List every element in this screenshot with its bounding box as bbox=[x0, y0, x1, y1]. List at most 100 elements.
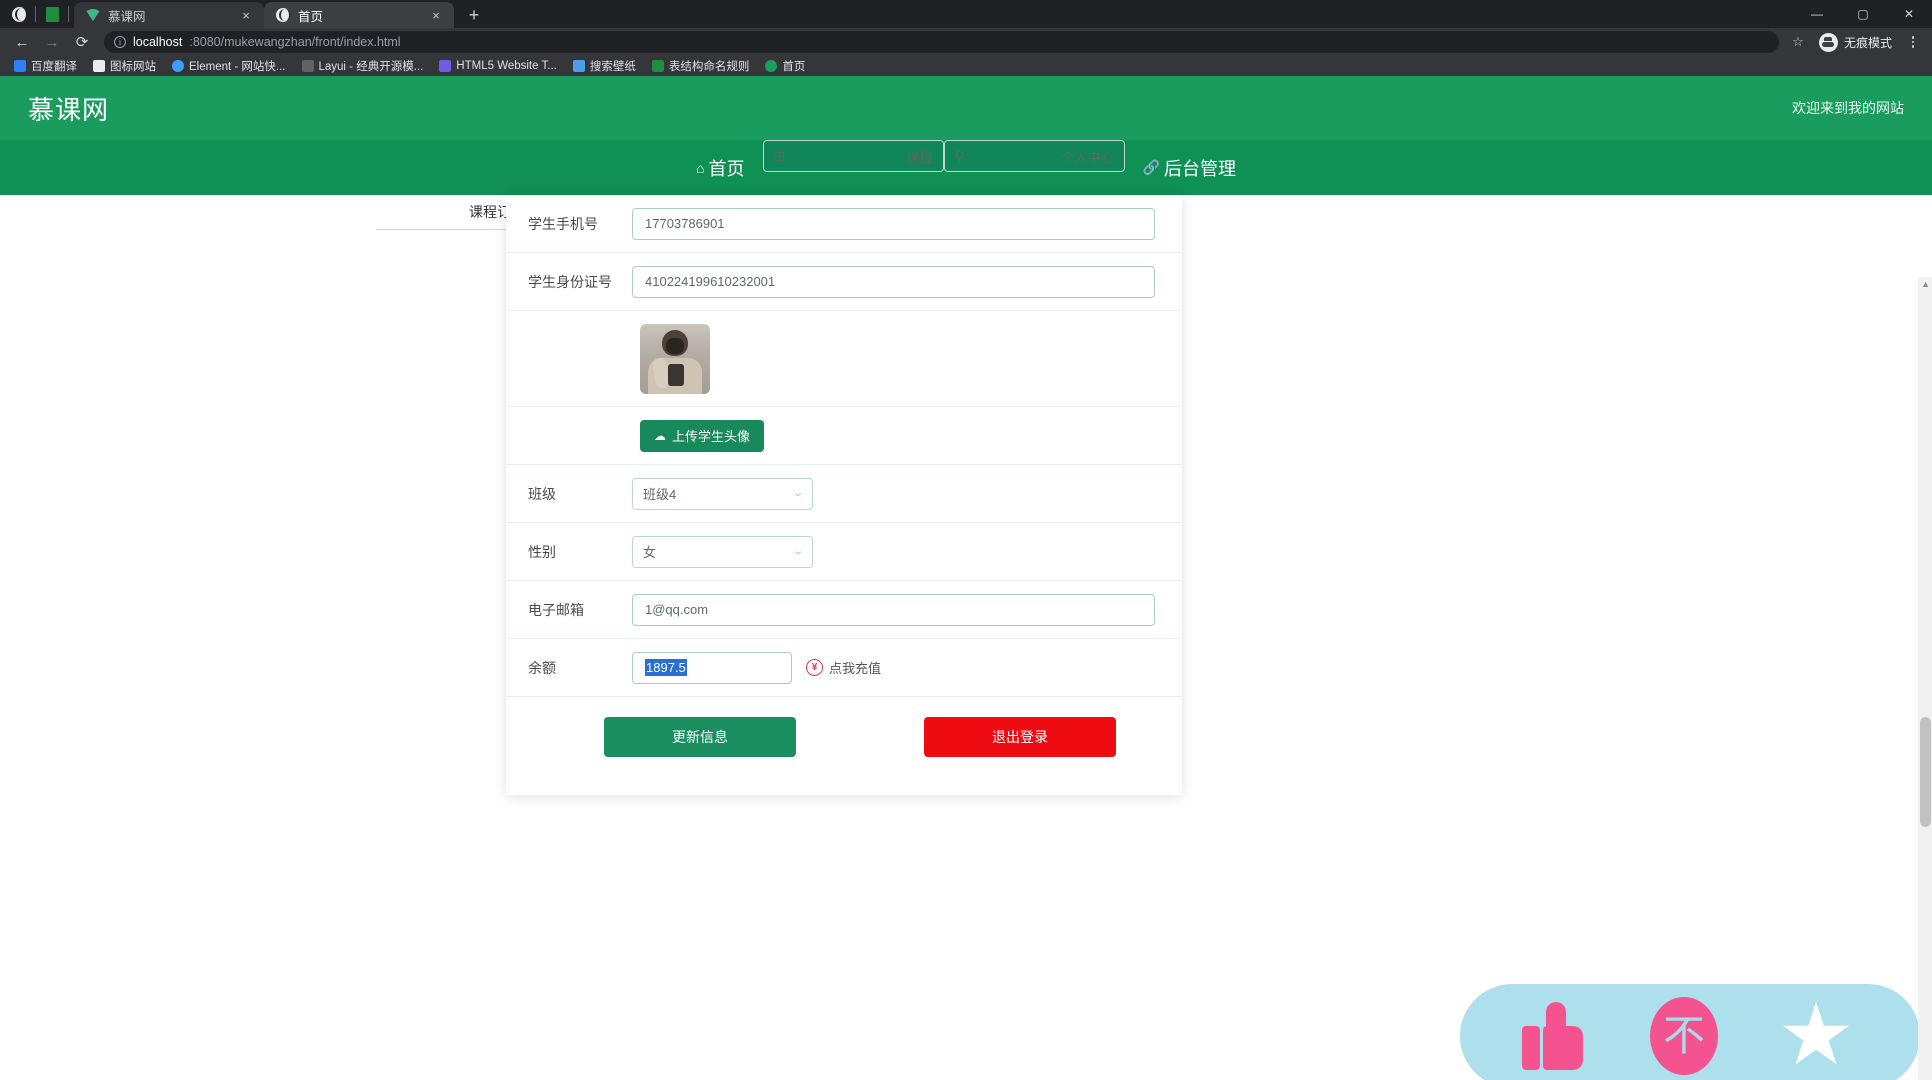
tabstrip-leading-icons bbox=[4, 0, 74, 28]
upload-avatar-button[interactable]: ☁ 上传学生头像 bbox=[640, 419, 765, 452]
nav-label: 课程 bbox=[906, 149, 933, 165]
minimize-button[interactable]: — bbox=[1794, 0, 1840, 28]
form-row-idcard: 学生身份证号 410224199610232001 bbox=[506, 253, 1182, 311]
new-tab-button[interactable]: + bbox=[460, 2, 488, 28]
divider bbox=[35, 6, 36, 22]
scroll-up-icon[interactable]: ▲ bbox=[1921, 279, 1930, 289]
email-input[interactable]: 1@qq.com bbox=[632, 593, 1155, 626]
divider bbox=[68, 6, 69, 22]
main-nav: ⌂ 首页 ⊞ 课程 ⚲ 个人中心 🔗 后台管理 bbox=[0, 140, 1932, 329]
bookmarks-bar: 百度翻译 图标网站 Element - 网站快... Layui - 经典开源模… bbox=[0, 56, 1932, 76]
form-row-class: 班级 班级4 ⌄ bbox=[506, 465, 1182, 523]
chevron-down-icon: ⌄ bbox=[791, 488, 804, 499]
vue-favicon-icon bbox=[85, 8, 101, 22]
bookmark-label: 图标网站 bbox=[110, 61, 156, 73]
close-icon[interactable]: × bbox=[238, 7, 254, 23]
form-row-gender: 性别 女 ⌄ bbox=[506, 523, 1182, 581]
home-icon: ⌂ bbox=[696, 159, 705, 176]
form-row-upload: ☁ 上传学生头像 bbox=[506, 407, 1182, 465]
bookmark-label: 首页 bbox=[782, 61, 806, 73]
tab-title: 慕课网 bbox=[108, 9, 146, 24]
bookmark-favicon-icon bbox=[14, 60, 26, 72]
toolbar-right: ☆ 无痕模式 bbox=[1787, 31, 1924, 53]
bookmark-label: Element - 网站快... bbox=[189, 61, 286, 73]
student-avatar-image[interactable] bbox=[640, 323, 710, 394]
bookmark-item[interactable]: 表结构命名规则 bbox=[644, 56, 758, 76]
content-area: 课程订单 学生手机号 17703786901 学生身份证号 4102241996… bbox=[0, 195, 1932, 1080]
site-brand[interactable]: 慕课网 bbox=[28, 90, 109, 127]
browser-tab-strip: 慕课网 × 首页 × + — ▢ ✕ bbox=[0, 0, 1932, 28]
chrome-menu-icon[interactable] bbox=[1902, 31, 1924, 53]
incognito-icon bbox=[1818, 32, 1838, 52]
tab-title: 首页 bbox=[298, 9, 324, 24]
incognito-indicator[interactable]: 无痕模式 bbox=[1813, 32, 1898, 52]
gender-select-value: 女 bbox=[643, 545, 657, 560]
form-row-balance: 余额 1897.5 ¥ 点我充值 bbox=[506, 639, 1182, 697]
bookmark-item[interactable]: Layui - 经典开源模... bbox=[294, 56, 432, 76]
bu-badge-icon[interactable]: 不 bbox=[1650, 997, 1718, 1075]
globe-favicon-icon bbox=[276, 8, 291, 22]
bookmark-favicon-icon bbox=[651, 60, 664, 72]
maximize-button[interactable]: ▢ bbox=[1840, 0, 1886, 28]
form-row-avatar bbox=[506, 311, 1182, 407]
site-info-icon[interactable]: i bbox=[114, 36, 126, 48]
upload-avatar-label: 上传学生头像 bbox=[672, 429, 751, 444]
update-info-button[interactable]: 更新信息 bbox=[604, 717, 796, 757]
address-bar[interactable]: i localhost:8080/mukewangzhan/front/inde… bbox=[104, 31, 1779, 53]
gender-select[interactable]: 女 ⌄ bbox=[632, 535, 813, 568]
welcome-text: 欢迎来到我的网站 bbox=[1792, 100, 1904, 116]
form-row-email: 电子邮箱 1@qq.com bbox=[506, 581, 1182, 639]
window-controls: — ▢ ✕ bbox=[1794, 0, 1932, 28]
bookmark-label: 表结构命名规则 bbox=[668, 61, 750, 73]
nav-label: 首页 bbox=[708, 158, 745, 179]
star-icon[interactable]: ★ bbox=[1774, 992, 1858, 1078]
bookmark-item[interactable]: Element - 网站快... bbox=[164, 56, 294, 76]
bookmark-item[interactable]: HTML5 Website T... bbox=[431, 56, 565, 76]
form-actions: 更新信息 退出登录 bbox=[506, 697, 1182, 757]
idcard-input[interactable]: 410224199610232001 bbox=[632, 265, 1155, 298]
form-row-phone: 学生手机号 17703786901 bbox=[506, 195, 1182, 253]
browser-tab-1[interactable]: 首页 × bbox=[264, 2, 454, 28]
browser-tab-0[interactable]: 慕课网 × bbox=[74, 2, 264, 28]
balance-input[interactable]: 1897.5 bbox=[632, 651, 792, 684]
bookmark-favicon-icon bbox=[572, 60, 585, 72]
field-label-balance: 余额 bbox=[528, 659, 556, 676]
nav-item-profile[interactable]: ⚲ 个人中心 bbox=[943, 140, 1125, 172]
class-select-value: 班级4 bbox=[643, 487, 677, 502]
field-label-class: 班级 bbox=[528, 485, 556, 502]
nav-item-home[interactable]: ⌂ 首页 bbox=[678, 140, 762, 195]
bookmark-star-icon[interactable]: ☆ bbox=[1787, 31, 1809, 53]
reload-icon[interactable]: ⟳ bbox=[68, 30, 96, 54]
close-icon[interactable]: × bbox=[428, 7, 444, 23]
nav-item-courses[interactable]: ⊞ 课程 bbox=[762, 140, 944, 172]
url-host: localhost bbox=[133, 35, 183, 49]
close-window-button[interactable]: ✕ bbox=[1886, 0, 1932, 28]
bookmark-label: 搜索壁纸 bbox=[589, 61, 636, 73]
forward-icon[interactable]: → bbox=[38, 30, 66, 54]
page-scrollbar[interactable]: ▲ ▼ bbox=[1918, 277, 1932, 1080]
browser-toolbar: ← → ⟳ i localhost:8080/mukewangzhan/fron… bbox=[0, 28, 1932, 56]
recharge-link[interactable]: ¥ 点我充值 bbox=[806, 658, 881, 677]
thumbs-up-icon[interactable] bbox=[1522, 1002, 1594, 1070]
phone-input[interactable]: 17703786901 bbox=[632, 207, 1155, 240]
logout-button[interactable]: 退出登录 bbox=[924, 717, 1116, 757]
recharge-label: 点我充值 bbox=[829, 661, 882, 676]
browser-window: 慕课网 × 首页 × + — ▢ ✕ ← → ⟳ i localhost:808… bbox=[0, 0, 1932, 1080]
bookmark-item[interactable]: 首页 bbox=[757, 56, 813, 76]
user-icon: ⚲ bbox=[954, 147, 965, 164]
balance-value-selected: 1897.5 bbox=[645, 659, 687, 676]
nav-item-admin[interactable]: 🔗 后台管理 bbox=[1125, 140, 1254, 195]
bookmark-item[interactable]: 搜索壁纸 bbox=[565, 56, 644, 76]
class-select[interactable]: 班级4 ⌄ bbox=[632, 477, 813, 510]
chevron-down-icon: ⌄ bbox=[791, 546, 804, 557]
bookmark-favicon-icon bbox=[765, 60, 778, 72]
yen-icon: ¥ bbox=[806, 659, 823, 676]
bookmark-item[interactable]: 图标网站 bbox=[85, 56, 164, 76]
incognito-label: 无痕模式 bbox=[1843, 35, 1892, 50]
bookmark-item[interactable]: 百度翻译 bbox=[6, 56, 85, 76]
field-label-email: 电子邮箱 bbox=[528, 601, 584, 618]
back-icon[interactable]: ← bbox=[8, 30, 36, 54]
nav-label: 后台管理 bbox=[1163, 158, 1236, 179]
scrollbar-thumb[interactable] bbox=[1920, 717, 1931, 827]
bookmark-favicon-icon bbox=[93, 60, 105, 72]
